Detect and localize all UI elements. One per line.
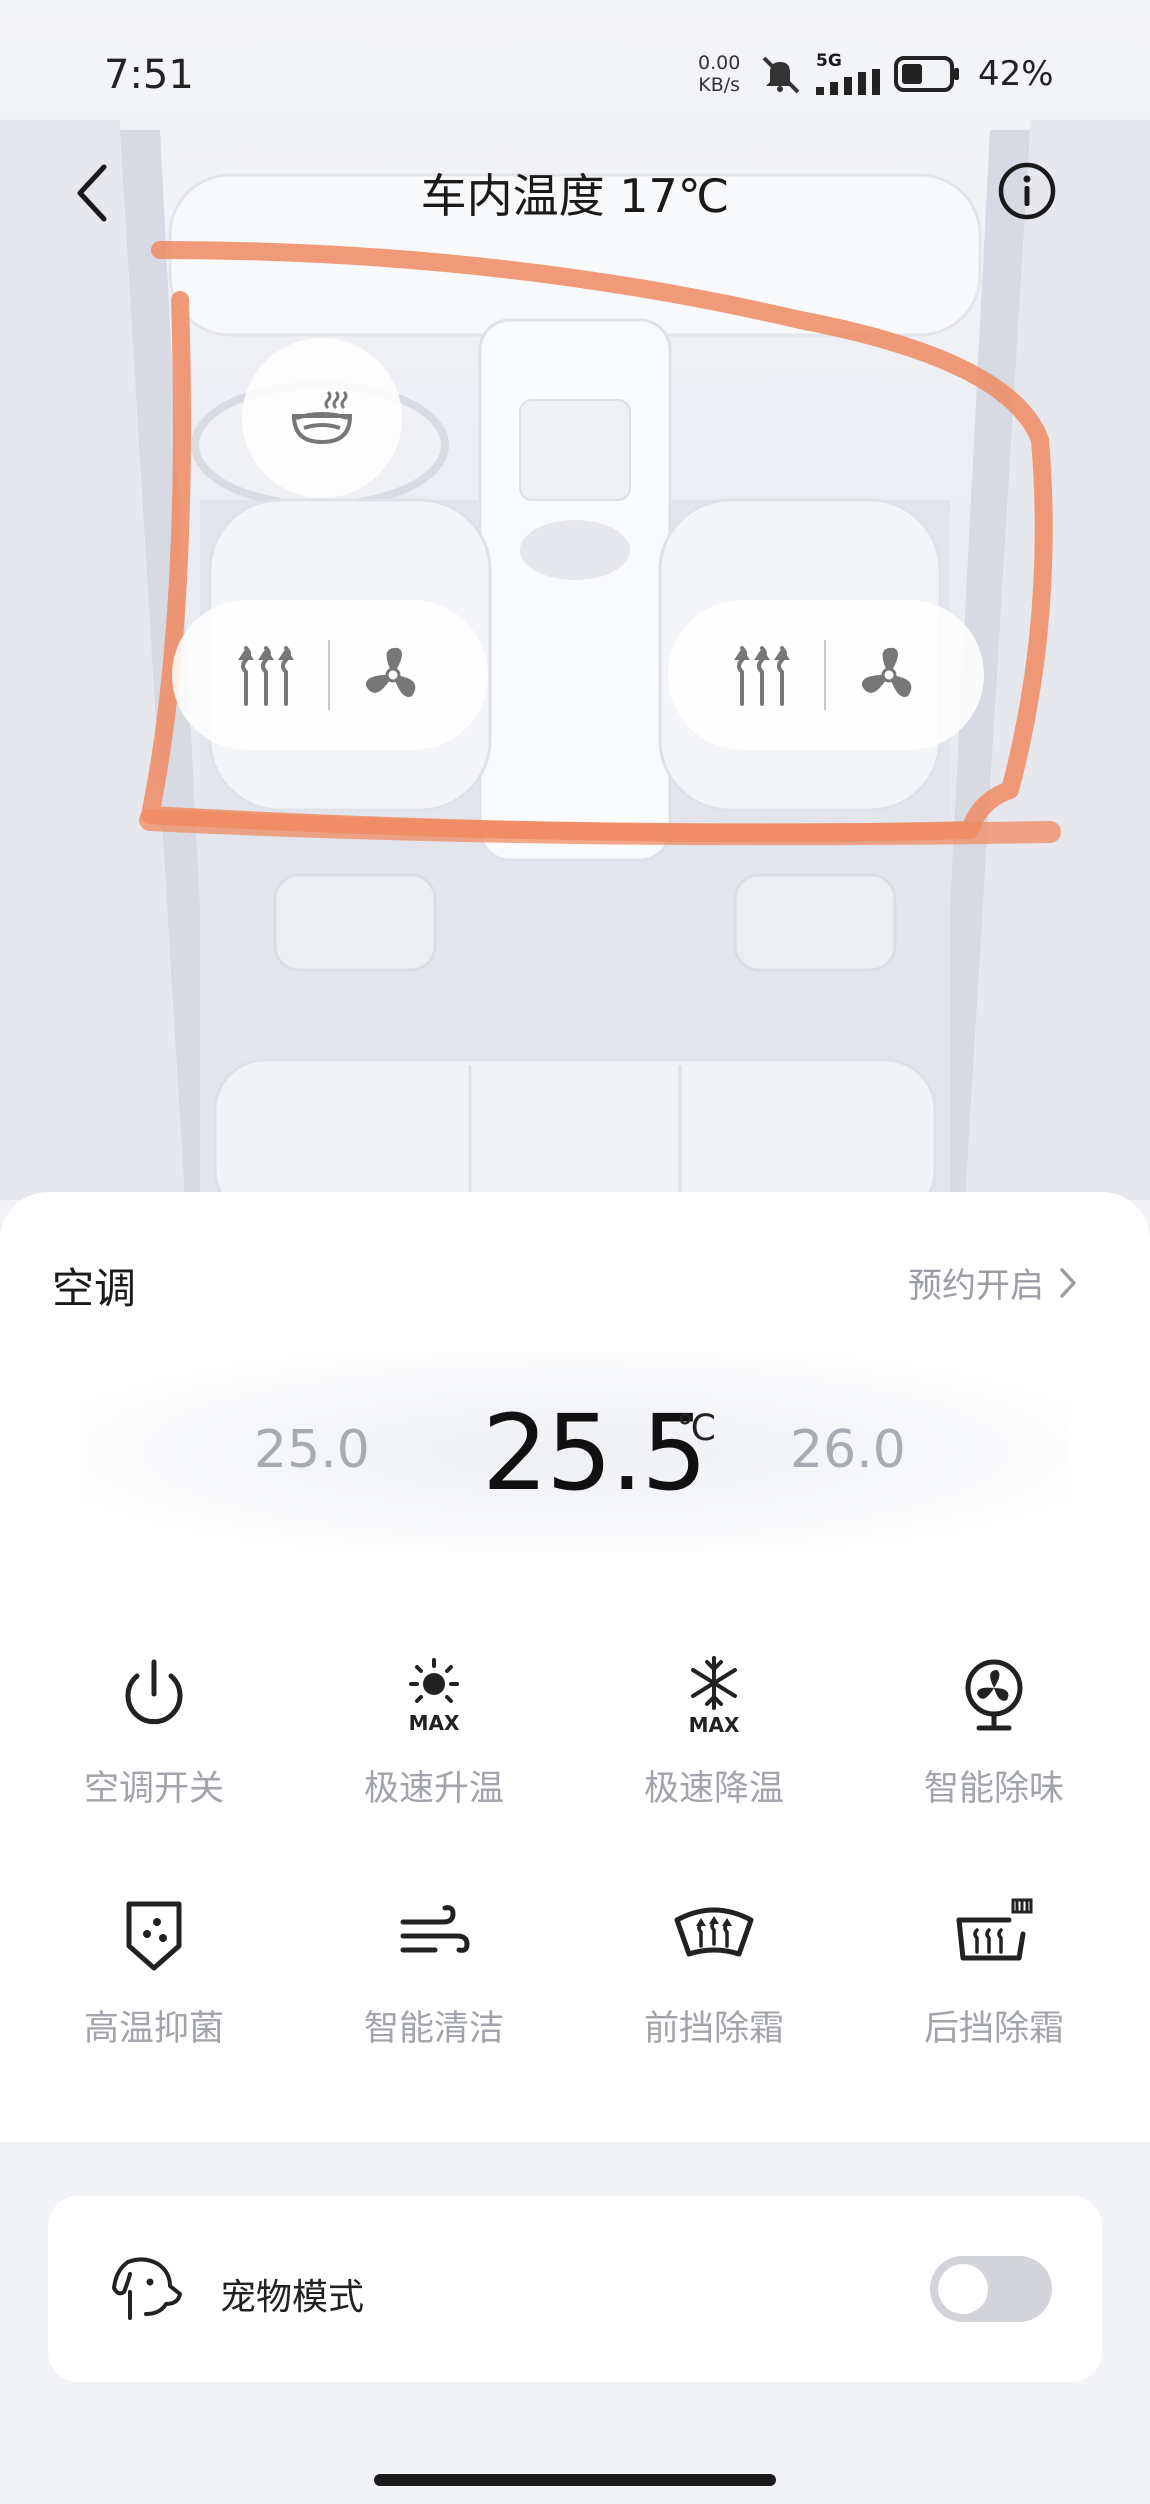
schedule-label: 预约开启 (908, 1266, 1044, 1306)
power-icon (125, 1659, 183, 1725)
steering-heat-button[interactable] (242, 338, 402, 498)
func-label: 空调开关 (83, 1769, 224, 1809)
func-label: 极速升温 (363, 1769, 504, 1809)
func-smart-deodorize[interactable]: 智能除味 (850, 1650, 1138, 1811)
pill-divider (824, 640, 826, 710)
func-label: 极速降温 (643, 1769, 784, 1809)
func-label: 高温抑菌 (83, 2009, 224, 2049)
fan-icon[interactable] (360, 642, 426, 708)
func-front-defrost[interactable]: 前挡除霜 (570, 1890, 858, 2051)
ac-title: 空调 (52, 1264, 137, 1313)
front-defrost-icon (674, 1907, 754, 1957)
battery-icon (894, 56, 959, 92)
driver-seat-controls (172, 600, 488, 750)
signal-bars-icon (816, 69, 880, 95)
battery-percent: 42% (978, 54, 1054, 94)
pill-divider (328, 640, 330, 710)
func-smart-clean[interactable]: 智能清洁 (290, 1890, 578, 2051)
func-label: 智能除味 (923, 1769, 1064, 1809)
steering-wheel-heat-icon (291, 390, 353, 445)
home-indicator[interactable] (374, 2474, 776, 2486)
wind-clean-icon (400, 1905, 470, 1953)
func-rear-defrost[interactable]: 后挡除霜 (850, 1890, 1138, 2051)
pet-mode-label: 宠物模式 (220, 2277, 365, 2318)
dog-icon (112, 2257, 182, 2320)
func-label: 智能清洁 (363, 2009, 504, 2049)
status-icons: 5G 42% (758, 52, 1054, 96)
info-button[interactable] (996, 160, 1058, 222)
signal-group: 5G (816, 53, 880, 95)
schedule-button[interactable]: 预约开启 (908, 1258, 1078, 1307)
svg-text:MAX: MAX (689, 1713, 740, 1737)
status-time: 7:51 (104, 52, 194, 98)
temp-unit: ℃ (676, 1408, 717, 1449)
network-speed-unit: KB/s (698, 74, 741, 96)
temp-current: 25.5 (482, 1392, 708, 1514)
info-icon (998, 162, 1056, 220)
passenger-seat-controls (668, 600, 984, 750)
fan-purify-icon (965, 1659, 1023, 1731)
snowflake-max-icon: MAX (689, 1656, 740, 1737)
network-type: 5G (816, 51, 842, 71)
func-rapid-heat[interactable]: MAX 极速升温 (290, 1650, 578, 1811)
network-speed: 0.00 KB/s (698, 52, 740, 96)
func-label: 前挡除霜 (643, 2009, 784, 2049)
mute-icon (762, 56, 800, 94)
seat-heat-icon[interactable] (730, 642, 794, 708)
pet-mode-toggle[interactable] (930, 2256, 1052, 2322)
func-high-temp-sterilize[interactable]: 高温抑菌 (10, 1890, 298, 2051)
page-title: 车内温度 17℃ (420, 169, 730, 223)
temp-option-higher[interactable]: 26.0 (790, 1420, 906, 1480)
func-label: 后挡除霜 (923, 2009, 1064, 2049)
svg-text:MAX: MAX (409, 1711, 460, 1735)
seat-heat-icon[interactable] (234, 642, 298, 708)
temp-option-lower[interactable]: 25.0 (254, 1420, 370, 1480)
func-ac-power[interactable]: 空调开关 (10, 1650, 298, 1811)
chevron-right-icon (1060, 1267, 1076, 1298)
sun-max-icon: MAX (409, 1658, 460, 1735)
network-speed-value: 0.00 (698, 52, 741, 74)
fan-icon[interactable] (856, 642, 922, 708)
func-rapid-cool[interactable]: MAX 极速降温 (570, 1650, 858, 1811)
toggle-knob (938, 2264, 988, 2314)
rear-defrost-icon (956, 1898, 1033, 1961)
shield-sterilize-icon (126, 1901, 182, 1971)
